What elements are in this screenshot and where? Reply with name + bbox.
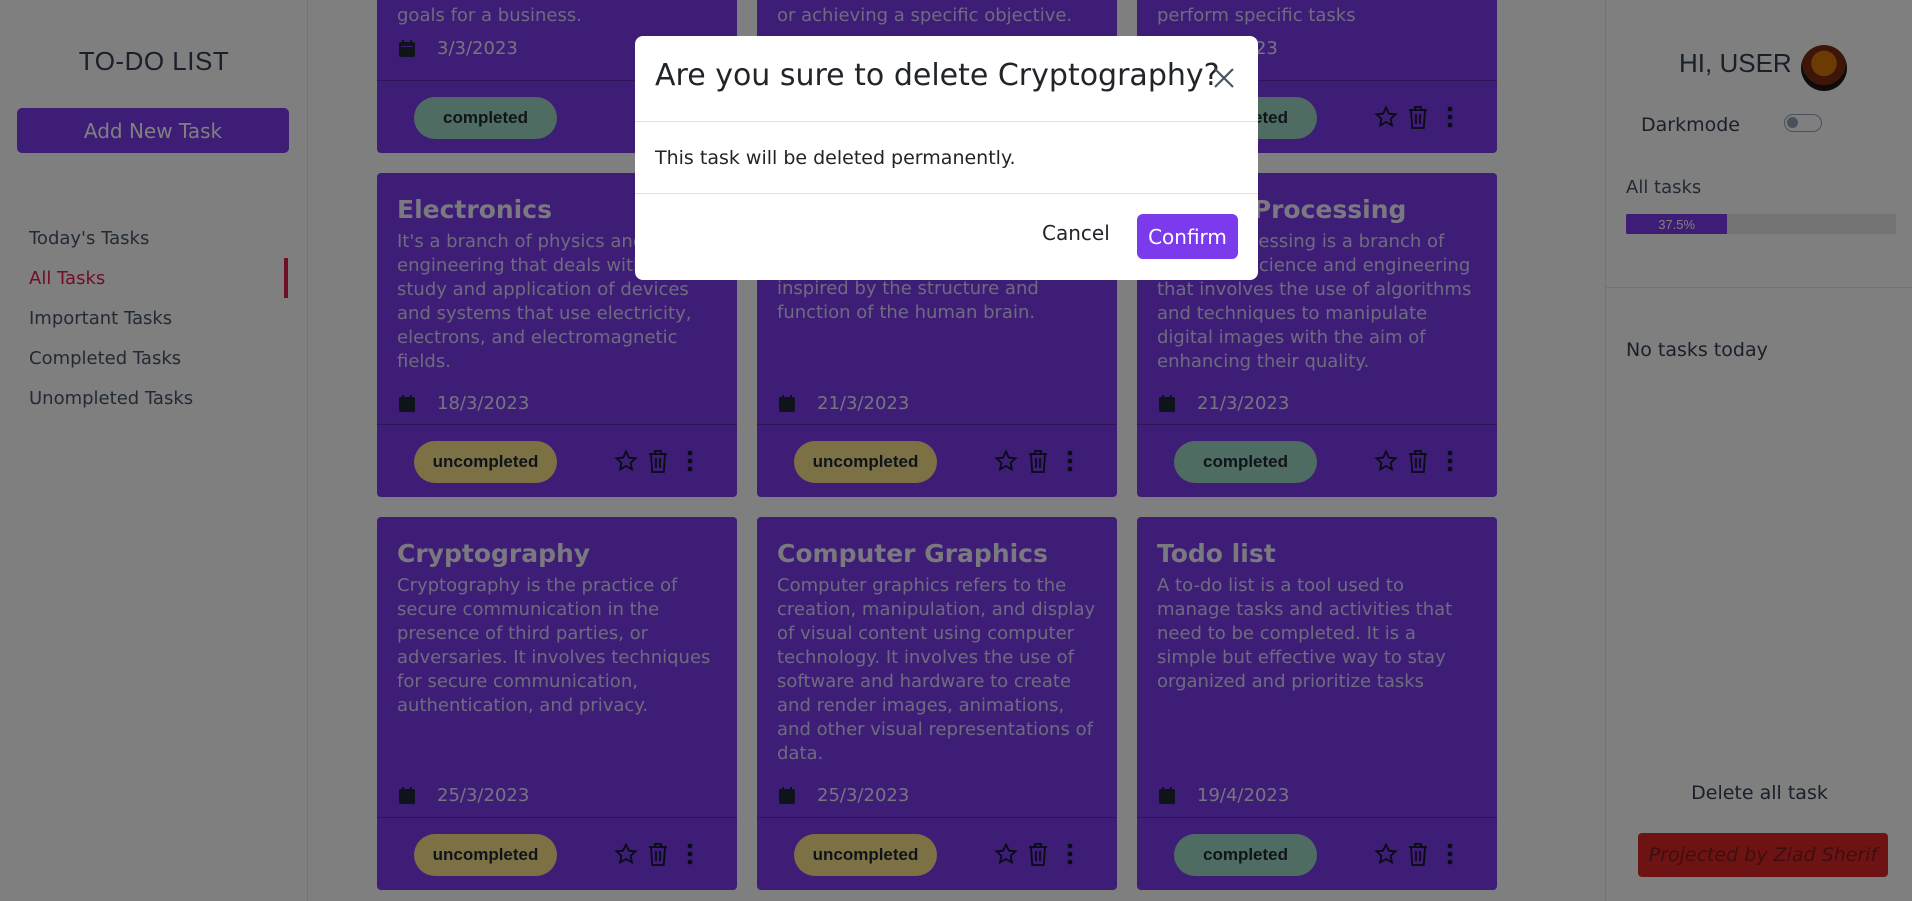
close-icon[interactable]	[1206, 60, 1242, 96]
cancel-button[interactable]: Cancel	[1042, 221, 1110, 245]
dialog-header: Are you sure to delete Cryptography?	[635, 36, 1258, 122]
dialog-footer: Cancel Confirm	[635, 193, 1258, 280]
dialog-title: Are you sure to delete Cryptography?	[655, 58, 1220, 93]
confirm-button[interactable]: Confirm	[1137, 214, 1238, 259]
delete-confirm-dialog: Are you sure to delete Cryptography? Thi…	[635, 36, 1258, 280]
dialog-message: This task will be deleted permanently.	[655, 147, 1016, 169]
